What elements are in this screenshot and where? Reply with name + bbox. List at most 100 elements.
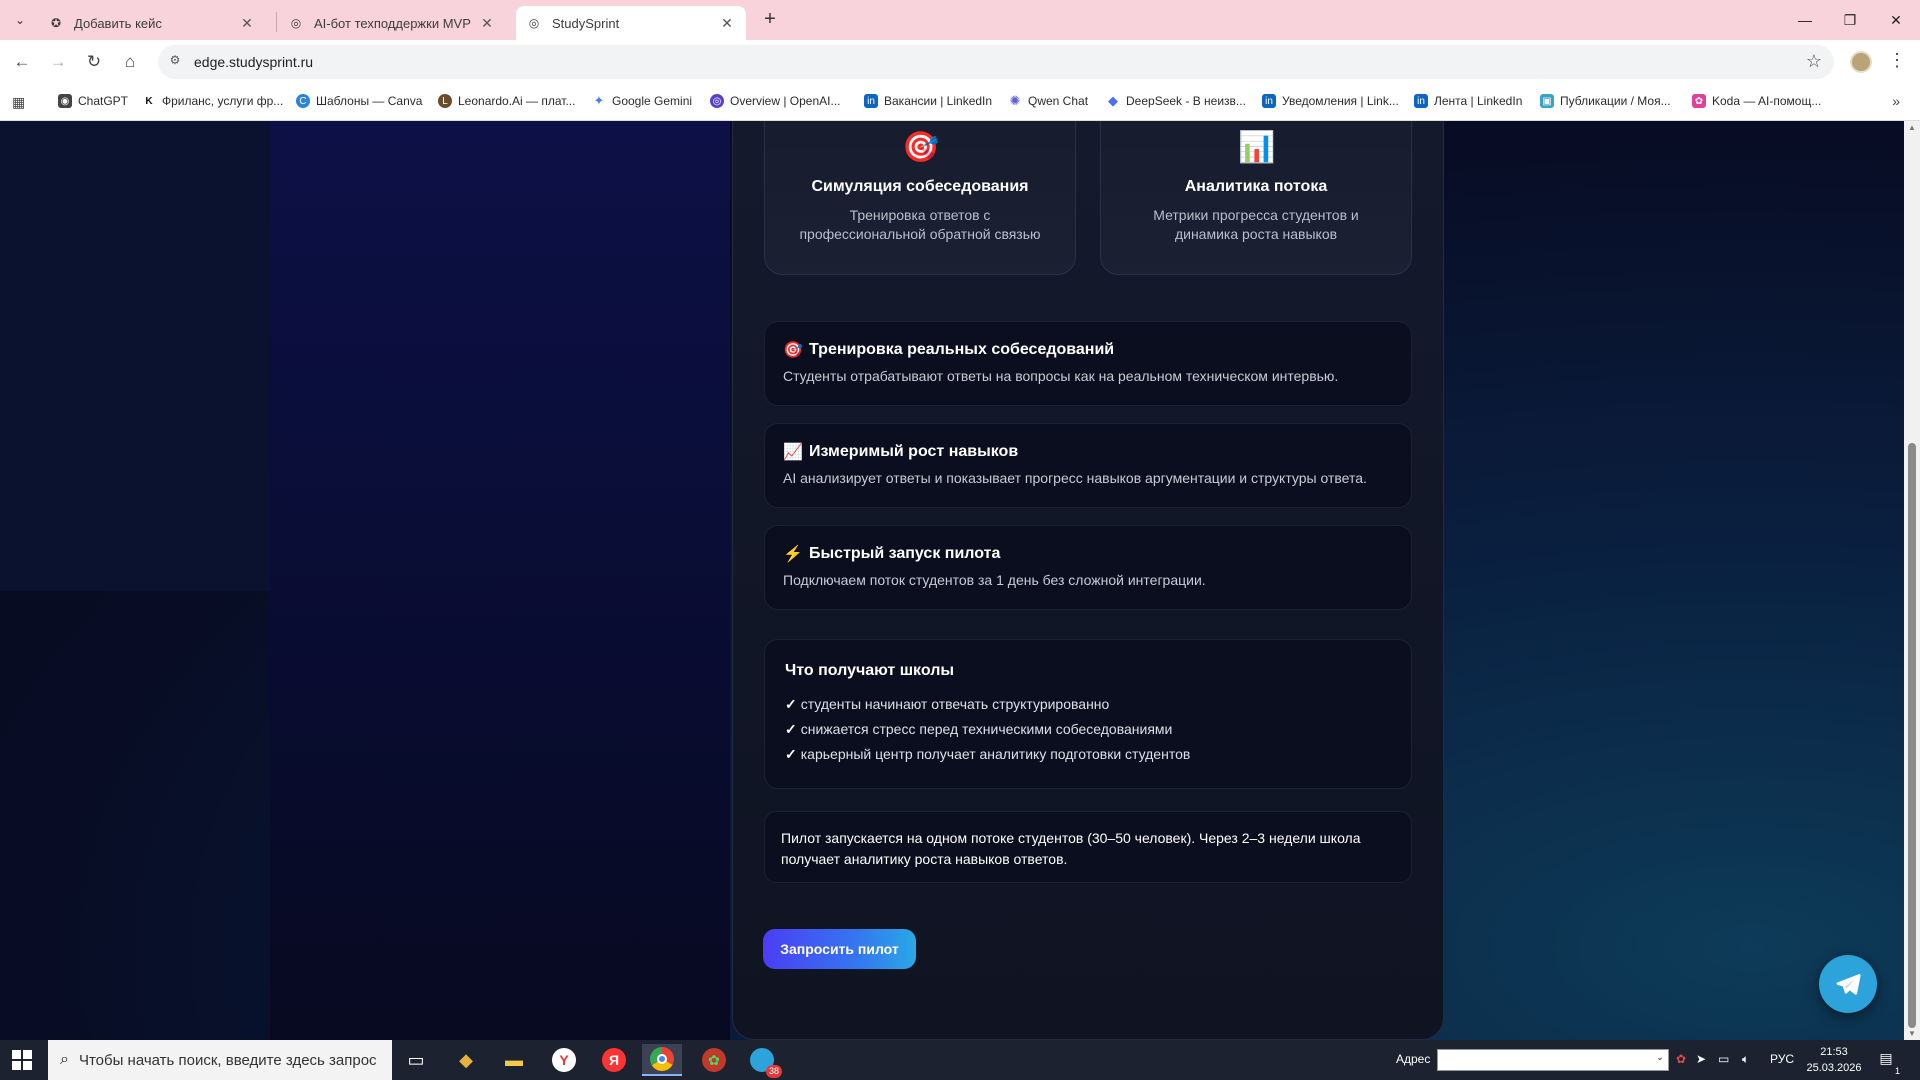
- bookmark-label: Уведомления | Link...: [1282, 94, 1399, 108]
- kwork-icon: K: [142, 94, 156, 108]
- list-item: ✓ снижается стресс перед техническими соб…: [785, 717, 1391, 742]
- scroll-up-icon[interactable]: ▲: [1908, 123, 1916, 132]
- address-toolbar-input[interactable]: ⌄: [1437, 1049, 1669, 1071]
- refresh-icon[interactable]: ↻: [1654, 1052, 1664, 1066]
- bookmark-label: Leonardo.Ai — плат...: [458, 94, 576, 108]
- benefit-title: Быстрый запуск пилота: [809, 545, 1001, 562]
- benefit-fast-pilot: ⚡ Быстрый запуск пилота Подключаем поток …: [764, 525, 1412, 610]
- address-bar[interactable]: ⚙ edge.studysprint.ru ☆: [158, 45, 1834, 79]
- tab-strip: ⌄ ✪ Добавить кейс ✕ ◎ AI-бот техподдержк…: [0, 0, 1920, 40]
- back-icon[interactable]: ←: [10, 50, 34, 74]
- close-icon[interactable]: ✕: [718, 15, 736, 32]
- telegram-plane-icon: [1836, 974, 1861, 995]
- scroll-down-icon[interactable]: ▼: [1908, 1029, 1916, 1038]
- page-viewport: 🎯 Симуляция собеседования Тренировка отв…: [0, 121, 1904, 1040]
- tab-title: Добавить кейс: [74, 15, 162, 31]
- tab-search-icon[interactable]: ⌄: [8, 8, 32, 32]
- telegram-button[interactable]: [1819, 955, 1877, 1013]
- new-tab-button[interactable]: +: [758, 8, 782, 32]
- benefit-description: AI анализирует ответы и показывает прогр…: [783, 470, 1367, 486]
- minimize-icon[interactable]: —: [1793, 8, 1817, 32]
- tray-app-icon[interactable]: ✿: [1676, 1052, 1686, 1066]
- schools-benefits-card: Что получают школы ✓ студенты начинают от…: [764, 639, 1412, 789]
- list-item: ✓ карьерный центр получает аналитику подг…: [785, 742, 1391, 767]
- windows-start-icon[interactable]: [12, 1050, 32, 1070]
- language-indicator[interactable]: РУС: [1770, 1052, 1794, 1066]
- bookmark-label: Вакансии | LinkedIn: [884, 94, 993, 108]
- restore-icon[interactable]: ❐: [1838, 8, 1862, 32]
- task-view-icon[interactable]: ▭: [396, 1044, 436, 1076]
- bookmark-star-icon[interactable]: ☆: [1806, 51, 1822, 72]
- bookmark-leonardo[interactable]: L Leonardo.Ai — плат...: [438, 94, 575, 108]
- clock-time: 21:53: [1820, 1046, 1848, 1058]
- telegram-app-icon[interactable]: 38: [742, 1044, 782, 1078]
- app-red-icon[interactable]: ✿: [694, 1044, 734, 1076]
- list-item: ✓ студенты начинают отвечать структуриров…: [785, 692, 1391, 717]
- feature-description: Тренировка ответов с профессиональной об…: [799, 207, 1041, 242]
- close-icon[interactable]: ✕: [238, 15, 256, 32]
- target-icon: 🎯: [783, 342, 803, 359]
- reload-icon[interactable]: ↻: [82, 50, 106, 74]
- forward-icon[interactable]: →: [46, 50, 70, 74]
- bookmark-publications[interactable]: ▣ Публикации / Моя...: [1540, 94, 1671, 108]
- notifications-icon[interactable]: ▤ 1: [1876, 1050, 1900, 1076]
- bookmark-kwork[interactable]: K Фриланс, услуги фр...: [142, 94, 283, 108]
- close-window-icon[interactable]: ✕: [1884, 8, 1908, 32]
- page-scrollbar[interactable]: ▲ ▼: [1904, 121, 1920, 1040]
- browser-toolbar: ← → ↻ ⌂ ⚙ edge.studysprint.ru ☆: [0, 40, 1920, 85]
- leonardo-icon: L: [438, 94, 452, 108]
- profile-avatar[interactable]: [1850, 51, 1872, 73]
- bookmark-openai-overview[interactable]: ◎ Overview | OpenAI...: [710, 94, 841, 108]
- tab-title: AI-бот техподдержки MVP: [314, 15, 471, 31]
- list-item-text: студенты начинают отвечать структурирова…: [800, 696, 1110, 712]
- benefit-title: Измеримый рост навыков: [809, 443, 1019, 460]
- linkedin-icon: in: [1414, 94, 1428, 108]
- chrome-icon[interactable]: [642, 1044, 682, 1076]
- bookmark-linkedin-feed[interactable]: in Лента | LinkedIn: [1414, 94, 1522, 108]
- clock[interactable]: 21:53 25.03.2026: [1806, 1044, 1862, 1076]
- tab-add-case[interactable]: ✪ Добавить кейс ✕: [38, 6, 266, 40]
- lightning-icon: ⚡: [783, 546, 803, 563]
- bookmark-qwen[interactable]: ✺ Qwen Chat: [1008, 93, 1088, 108]
- yandex-icon[interactable]: Я: [594, 1044, 634, 1076]
- benefit-description: Подключаем поток студентов за 1 день без…: [783, 572, 1206, 588]
- apps-grid-icon[interactable]: ▦: [12, 94, 30, 112]
- benefit-description: Студенты отрабатывают ответы на вопросы …: [783, 368, 1339, 384]
- bookmark-chatgpt[interactable]: ◉ ChatGPT: [58, 94, 128, 108]
- tab-title: StudySprint: [552, 15, 620, 31]
- url-text[interactable]: edge.studysprint.ru: [194, 54, 313, 70]
- bookmark-linkedin-notifications[interactable]: in Уведомления | Link...: [1262, 94, 1399, 108]
- bookmark-canva[interactable]: C Шаблоны — Canva: [296, 94, 422, 108]
- bookmark-linkedin-jobs[interactable]: in Вакансии | LinkedIn: [864, 94, 992, 108]
- volume-icon[interactable]: 🔈︎: [1742, 1052, 1749, 1067]
- background-band: [270, 121, 730, 1040]
- yandex-browser-icon[interactable]: Y: [544, 1044, 584, 1076]
- benefit-title: Тренировка реальных собеседований: [809, 341, 1115, 358]
- network-icon[interactable]: ▭: [1718, 1052, 1729, 1066]
- bookmark-label: ChatGPT: [78, 94, 129, 108]
- deepseek-icon: ◆: [1108, 93, 1118, 108]
- bookmark-koda[interactable]: ✿ Koda — AI-помощ...: [1692, 94, 1821, 108]
- tab-ai-bot[interactable]: ◎ AI-бот техподдержки MVP ✕: [278, 6, 506, 40]
- tray-telegram-icon[interactable]: ➤: [1696, 1052, 1706, 1066]
- home-icon[interactable]: ⌂: [118, 50, 142, 74]
- app-gem-icon[interactable]: ◆: [446, 1044, 486, 1076]
- koda-icon: ✿: [1692, 94, 1706, 108]
- file-explorer-icon[interactable]: ▬: [494, 1044, 534, 1076]
- feature-description: Метрики прогресса студентов и динамика р…: [1153, 207, 1359, 242]
- left-panel: [0, 121, 270, 591]
- site-settings-icon[interactable]: ⚙: [166, 53, 184, 71]
- close-icon[interactable]: ✕: [478, 15, 496, 32]
- bookmark-deepseek[interactable]: ◆ DeepSeek - В неизв...: [1106, 93, 1246, 108]
- benefit-interview-training: 🎯 Тренировка реальных собеседований Студе…: [764, 321, 1412, 406]
- feature-title: Аналитика потока: [1184, 178, 1328, 195]
- star-badge-icon: ✪: [50, 16, 62, 30]
- scroll-thumb[interactable]: [1908, 443, 1916, 1028]
- linkedin-icon: in: [1262, 94, 1276, 108]
- request-pilot-button[interactable]: Запросить пилот: [763, 929, 916, 969]
- bookmarks-overflow-icon[interactable]: »: [1892, 93, 1900, 109]
- tab-studysprint[interactable]: ◎ StudySprint ✕: [516, 6, 746, 40]
- menu-kebab-icon[interactable]: ⋮: [1888, 50, 1906, 71]
- bookmark-gemini[interactable]: ✦ Google Gemini: [592, 93, 693, 108]
- taskbar-search[interactable]: ⌕ Чтобы начать поиск, введите здесь запр…: [48, 1040, 392, 1080]
